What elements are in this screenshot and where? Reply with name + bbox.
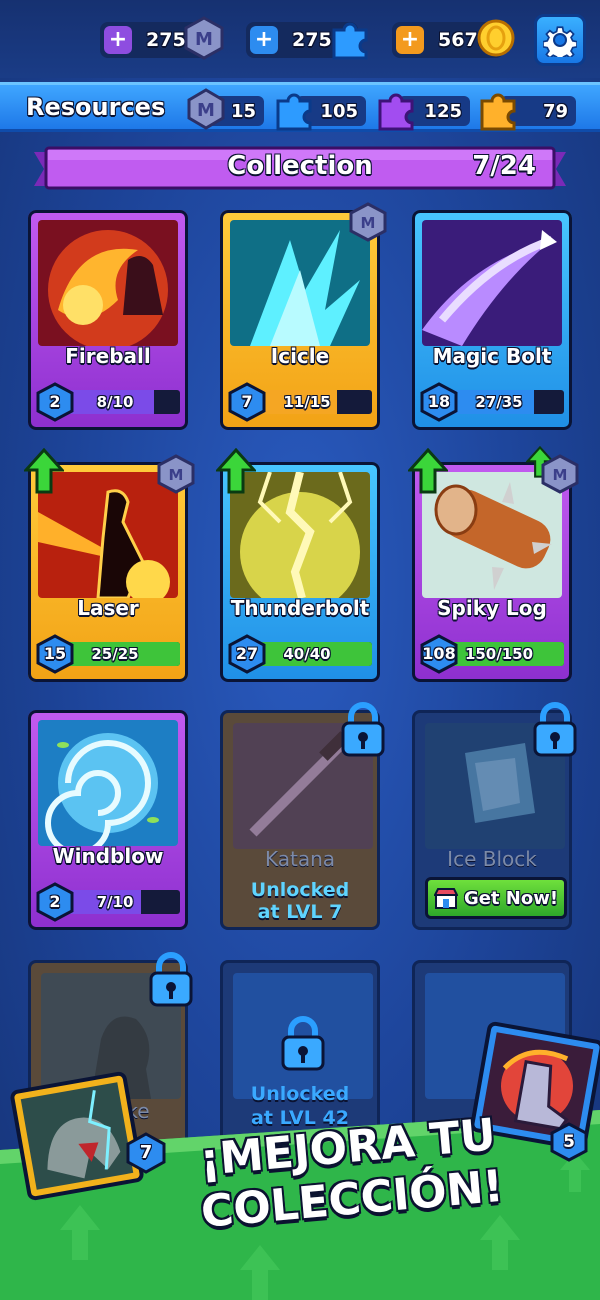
blue-puzzle-icon [276,93,312,131]
card-icicle[interactable]: Icicle 11/15 7 M [220,202,387,430]
rune-badge-icon: M [541,454,579,494]
add-puzzle-button[interactable]: + [250,26,278,54]
unlock-line1: Unlocked [250,879,350,901]
top-bar: + 275 M + 275 + 5678 [0,0,600,78]
svg-text:M: M [169,466,184,484]
card-level: 108 [422,644,456,663]
card-spiky-log[interactable]: Spiky Log 150/150 108 M [408,446,579,682]
collection-count: 7/24 [472,151,536,181]
svg-text:M: M [197,100,215,121]
card-name: Katana [264,847,336,871]
upgrade-arrow-icon [408,448,448,494]
rune-icon: M [187,88,225,130]
card-level: 27 [235,644,259,663]
card-level: 18 [427,392,451,411]
card-name: Icicle [270,344,330,368]
purple-puzzle-icon [378,93,414,131]
card-name: Magic Bolt [432,344,552,368]
lock-icon [281,1016,325,1071]
card-name: Windblow [52,844,164,868]
rune-icon: M [184,16,224,60]
shop-icon [433,888,458,909]
resources-bar: Resources 15 M 105 125 79 [0,82,600,132]
card-laser[interactable]: Laser 25/25 15 M [24,448,195,682]
upgrade-arrow-icon [24,448,64,494]
lock-icon [533,702,577,757]
card-fireball[interactable]: Fireball 8/10 2 [28,210,188,430]
gold-coin-icon [477,19,515,57]
card-name: Thunderbolt [230,596,370,620]
resource-orange-puzzle-value: 79 [542,100,568,122]
promo-card-wolf [9,1070,145,1202]
get-now-button[interactable]: Get Now! [425,877,567,919]
card-name: Fireball [65,344,151,368]
get-now-label: Get Now! [463,887,559,909]
card-level: 2 [49,392,61,411]
card-thunderbolt[interactable]: Thunderbolt 40/40 27 [216,448,380,682]
settings-button[interactable] [534,14,586,66]
svg-text:M: M [361,214,376,232]
upgrade-arrow-icon [216,448,256,494]
boot-level: 5 [563,1132,575,1152]
gems-value: 275 [146,29,186,51]
currency-coins[interactable]: + 5678 [392,19,515,58]
add-gems-button[interactable]: + [104,26,132,54]
card-windblow[interactable]: Windblow 7/10 2 [28,710,188,930]
card-name: Spiky Log [437,596,547,620]
rune-badge-icon: M [349,202,387,242]
add-coins-button[interactable]: + [396,26,424,54]
resource-blue-puzzle-value: 105 [320,100,358,122]
resource-runes-value: 15 [230,100,256,122]
unlock-line2: at LVL 7 [257,901,343,923]
card-katana-locked[interactable]: Katana Unlocked at LVL 7 [220,702,385,930]
svg-text:M: M [553,466,568,484]
puzzle-value: 275 [292,29,332,51]
card-level: 2 [49,892,61,911]
gear-icon [543,26,577,57]
orange-puzzle-icon [480,93,516,131]
rune-badge-icon: M [157,454,195,494]
currency-gems[interactable]: + 275 M [100,16,224,60]
lock-icon [341,702,385,757]
card-level: 7 [241,392,253,411]
resources-title: Resources [26,93,166,121]
unlock-line1: Unlocked [250,1083,350,1105]
card-name: Ice Block [447,847,537,871]
card-magic-bolt[interactable]: Magic Bolt 27/35 18 [412,210,572,430]
svg-text:M: M [195,29,213,50]
wolf-art [20,1082,134,1190]
lock-icon [149,952,193,1007]
resource-purple-puzzle-value: 125 [424,100,462,122]
currency-puzzle[interactable]: + 275 [246,22,368,60]
blue-puzzle-icon [332,22,368,60]
card-name: Laser [77,596,139,620]
card-level: 15 [43,644,67,663]
card-ice-block-locked[interactable]: Ice Block Get Now! [412,702,577,930]
